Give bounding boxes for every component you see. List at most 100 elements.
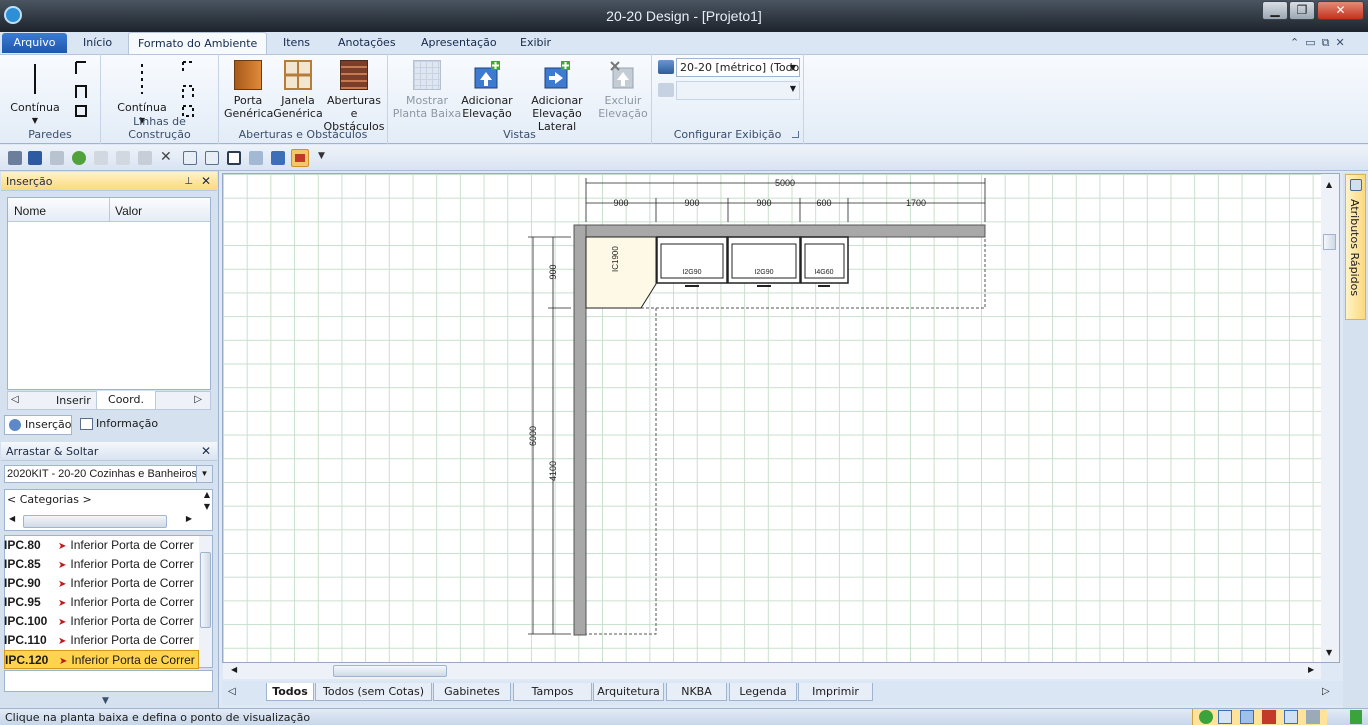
scroll-down-icon[interactable]: ▼ <box>204 502 210 511</box>
scroll-right-icon[interactable]: ▷ <box>1322 686 1330 697</box>
col-header-nome[interactable]: Nome <box>14 204 46 218</box>
scroll-left-icon[interactable]: ◁ <box>11 394 19 405</box>
cut-icon[interactable] <box>94 151 108 165</box>
list-item[interactable]: IPC.100 ➤ Inferior Porta de Correr <box>4 612 214 631</box>
scroll-down-icon[interactable]: ▼ <box>1326 648 1332 657</box>
top-wall[interactable] <box>573 224 986 238</box>
view-tab[interactable]: Todos (sem Cotas) <box>315 683 432 701</box>
scroll-up-icon[interactable]: ▲ <box>204 490 210 499</box>
expand-down-icon[interactable]: ▼ <box>102 696 109 706</box>
items-scrollbar-thumb[interactable] <box>200 552 211 628</box>
list-item[interactable]: IPC.90 ➤ Inferior Porta de Correr <box>4 574 214 593</box>
list-item[interactable]: IPC.95 ➤ Inferior Porta de Correr <box>4 593 214 612</box>
janela-generica-button[interactable]: Janela Genérica <box>273 60 323 120</box>
grid-icon[interactable] <box>1218 710 1232 724</box>
delete-icon[interactable]: ✕ <box>160 149 172 165</box>
scroll-left-icon[interactable]: ◁ <box>228 686 236 697</box>
snap-icon[interactable] <box>1199 710 1213 724</box>
view-tab[interactable]: NKBA <box>666 683 727 701</box>
copy-icon[interactable] <box>116 151 130 165</box>
adicionar-elevacao-lateral-button[interactable]: Adicionar Elevação Lateral <box>516 60 598 133</box>
tab-insercao[interactable]: Inserção <box>4 415 72 435</box>
scroll-right-icon[interactable]: ▷ <box>194 394 202 405</box>
porta-generica-button[interactable]: Porta Genérica <box>224 60 273 120</box>
scroll-left-icon[interactable]: ◀ <box>231 665 237 674</box>
list-item[interactable]: IPC.120 ➤ Inferior Porta de Correr <box>4 650 199 669</box>
view-tab[interactable]: Imprimir <box>798 683 873 701</box>
col-header-valor[interactable]: Valor <box>115 204 142 218</box>
catalog-select[interactable]: 2020KIT - 20-20 Cozinhas e Banheiros ▼ <box>4 465 213 483</box>
undo-icon[interactable] <box>50 151 64 165</box>
list-item[interactable]: IPC.80 ➤ Inferior Porta de Correr <box>4 536 214 555</box>
mostrar-planta-baixa-button[interactable]: Mostrar Planta Baixa <box>392 60 462 120</box>
list-item[interactable]: IPC.85 ➤ Inferior Porta de Correr <box>4 555 214 574</box>
layers-icon[interactable] <box>1240 710 1254 724</box>
view-tab[interactable]: Todos <box>266 683 314 701</box>
categorias-label[interactable]: < Categorias > <box>7 493 92 506</box>
ribbon-window-controls-icon[interactable]: ⌃▭⧉✕ <box>1290 36 1351 50</box>
view-tab[interactable]: Arquitetura <box>593 683 664 701</box>
canvas-horizontal-scrollbar[interactable]: ◀ ▶ <box>223 663 1321 679</box>
floor-plan-drawing[interactable]: IC1900 I2G90 I2G90 I4G60 5000 900 900 90… <box>223 174 1341 664</box>
tab-anotacoes[interactable]: Anotações <box>329 32 405 54</box>
horizontal-scrollbar-thumb[interactable] <box>23 515 167 528</box>
construction-shapes-button[interactable] <box>179 60 199 120</box>
corner-cabinet[interactable] <box>585 236 657 309</box>
close-panel-icon[interactable]: ✕ <box>201 442 211 461</box>
search-input[interactable] <box>4 670 213 692</box>
scroll-left-icon[interactable]: ◀ <box>9 514 15 523</box>
cabinet-i2g90-2[interactable] <box>727 236 801 287</box>
horizontal-scrollbar-thumb[interactable] <box>333 665 447 677</box>
wall-shapes-button[interactable] <box>72 60 92 120</box>
dialog-launcher-icon[interactable] <box>792 131 799 138</box>
display-config-select[interactable]: 20-20 [métrico] (Todo ▼ <box>676 58 800 77</box>
zoom-extents-icon[interactable] <box>227 151 241 165</box>
floor-plan-canvas[interactable]: IC1900 I2G90 I2G90 I4G60 5000 900 900 90… <box>222 173 1340 663</box>
atributos-rapidos-tab[interactable]: Atributos Rápidos <box>1345 174 1366 320</box>
paste-icon[interactable] <box>138 151 152 165</box>
pin-icon[interactable]: ⊥ <box>184 172 193 191</box>
secondary-config-select[interactable]: ▼ <box>676 81 800 100</box>
tab-formato-do-ambiente[interactable]: Formato do Ambiente <box>128 32 268 54</box>
redo-icon[interactable] <box>72 151 86 165</box>
properties-icon[interactable] <box>183 151 197 165</box>
minimize-button[interactable]: ▁ <box>1262 1 1288 20</box>
tab-inicio[interactable]: Início <box>74 32 121 54</box>
left-wall[interactable] <box>573 224 587 636</box>
scroll-right-icon[interactable]: ▶ <box>186 514 192 523</box>
list-icon[interactable] <box>205 151 219 165</box>
view-tab[interactable]: Legenda <box>729 683 797 701</box>
close-button[interactable]: ✕ <box>1317 1 1364 20</box>
toolbox-icon[interactable] <box>291 149 309 167</box>
canvas-vertical-scrollbar[interactable]: ▲ ▼ <box>1321 174 1339 662</box>
ortho-icon[interactable] <box>1284 710 1298 724</box>
tab-arquivo[interactable]: Arquivo <box>2 33 67 53</box>
excluir-elevacao-button[interactable]: Excluir Elevação <box>596 60 650 120</box>
view-tab[interactable]: Tampos <box>513 683 592 701</box>
cabinet-i4g60[interactable] <box>800 236 849 287</box>
scroll-right-icon[interactable]: ▶ <box>1308 665 1314 674</box>
flag-icon[interactable] <box>1350 710 1362 724</box>
scroll-up-icon[interactable]: ▲ <box>1326 180 1332 189</box>
lock-icon[interactable] <box>8 151 22 165</box>
list-item[interactable]: IPC.110 ➤ Inferior Porta de Correr <box>4 631 214 650</box>
zoom-window-icon[interactable] <box>249 151 263 165</box>
items-scrollbar[interactable] <box>199 536 212 667</box>
cabinet-i2g90-1[interactable] <box>656 236 728 287</box>
parede-continua-button[interactable]: Contínua ▼ <box>4 62 66 127</box>
customize-toolbar-icon[interactable]: ▼ <box>318 151 325 161</box>
close-panel-icon[interactable]: ✕ <box>201 172 211 191</box>
aberturas-obstaculos-button[interactable]: Aberturas e Obstáculos <box>322 60 386 133</box>
save-icon[interactable] <box>28 151 42 165</box>
collision-icon[interactable] <box>1262 710 1276 724</box>
subtab-inserir[interactable]: Inserir <box>56 394 91 407</box>
link-icon[interactable] <box>1306 710 1320 724</box>
view-tab[interactable]: Gabinetes <box>433 683 511 701</box>
tab-informacao[interactable]: Informação <box>78 415 168 435</box>
maximize-button[interactable]: ❐ <box>1289 1 1315 20</box>
adicionar-elevacao-button[interactable]: Adicionar Elevação <box>460 60 514 120</box>
tab-exibir[interactable]: Exibir <box>511 32 560 54</box>
tab-apresentacao[interactable]: Apresentação <box>412 32 506 54</box>
vertical-scrollbar-thumb[interactable] <box>1323 234 1336 250</box>
3d-view-icon[interactable] <box>271 151 285 165</box>
